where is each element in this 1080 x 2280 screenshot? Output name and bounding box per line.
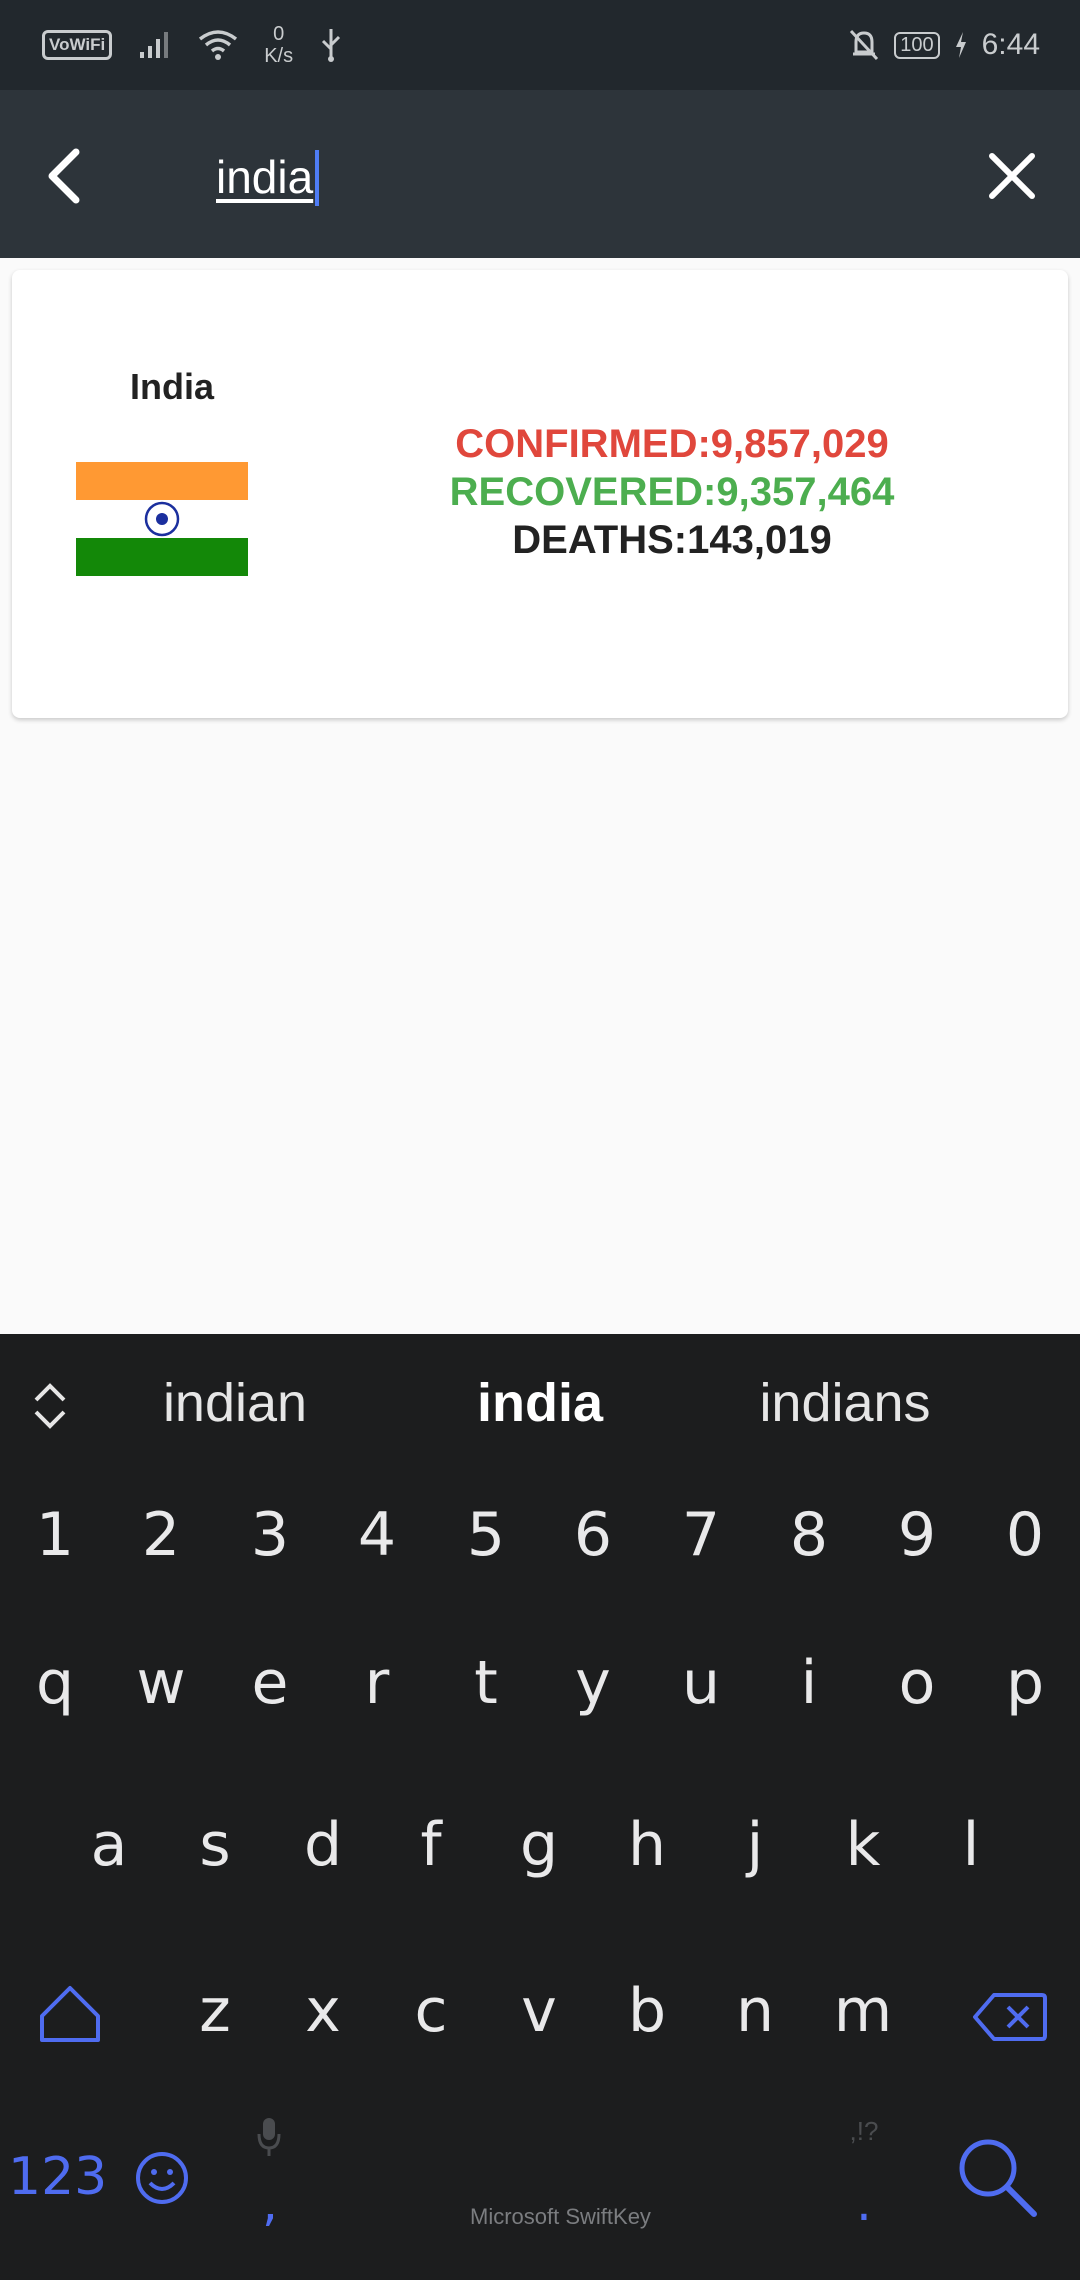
key-d[interactable]: d [280,1790,366,1900]
key-h[interactable]: h [604,1790,690,1900]
key-s[interactable]: s [172,1790,258,1900]
key-1[interactable]: 1 [12,1480,98,1590]
back-arrow-icon[interactable] [36,134,96,214]
key-l[interactable]: l [928,1790,1014,1900]
network-speed-value: 0 [273,23,285,45]
key-t[interactable]: t [443,1628,529,1738]
key-v[interactable]: v [496,1956,582,2066]
key-2[interactable]: 2 [118,1480,204,1590]
backspace-icon[interactable] [972,1992,1048,2042]
period-key[interactable]: . [834,2148,894,2258]
key-k[interactable]: k [820,1790,906,1900]
emoji-icon[interactable] [134,2150,190,2206]
search-input[interactable]: india [216,142,313,212]
key-9[interactable]: 9 [874,1480,960,1590]
clock: 6:44 [981,28,1040,61]
key-n[interactable]: n [712,1956,798,2066]
status-bar: VoWiFi 0 K/s 100 6:44 [0,0,1080,90]
text-cursor [315,150,319,206]
keyboard-brand-label: Microsoft SwiftKey [470,2204,651,2229]
country-result-card[interactable]: India CONFIRMED:9,857,029 RECOVERED:9,35… [12,270,1068,718]
deaths-count: DEATHS:143,019 [512,518,832,562]
india-flag-icon [76,462,248,576]
status-right: 100 6:44 [848,0,1040,90]
charging-icon [955,32,966,58]
network-speed: 0 K/s [264,23,293,67]
key-x[interactable]: x [280,1956,366,2066]
key-g[interactable]: g [496,1790,582,1900]
suggestion-2[interactable]: india [430,1368,650,1438]
country-name: India [129,366,214,407]
confirmed-count: CONFIRMED:9,857,029 [455,422,889,466]
comma-key[interactable]: , [240,2148,300,2258]
search-icon[interactable] [954,2134,1040,2220]
key-7[interactable]: 7 [658,1480,744,1590]
notifications-muted-icon [850,29,879,61]
numbers-key[interactable]: 123 [8,2122,107,2232]
key-e[interactable]: e [227,1628,313,1738]
key-j[interactable]: j [712,1790,798,1900]
punctuation-hint: ,!? [849,2116,879,2146]
key-p[interactable]: p [982,1628,1068,1738]
search-toolbar: india [0,90,1080,258]
stats-block: CONFIRMED:9,857,029 RECOVERED:9,357,464 … [392,420,952,564]
key-r[interactable]: r [334,1628,420,1738]
battery-icon: 100 [894,31,940,59]
key-c[interactable]: c [388,1956,474,2066]
key-3[interactable]: 3 [227,1480,313,1590]
signal-icon [140,32,169,58]
key-u[interactable]: u [658,1628,744,1738]
key-y[interactable]: y [550,1628,636,1738]
shift-icon[interactable] [38,1982,102,2046]
vowifi-icon: VoWiFi [42,30,113,60]
wifi-icon [199,30,238,60]
suggestion-3[interactable]: indians [730,1368,960,1438]
key-i[interactable]: i [766,1628,852,1738]
status-left: VoWiFi 0 K/s [42,0,343,90]
network-speed-unit: K/s [264,45,294,67]
recovered-count: RECOVERED:9,357,464 [449,470,895,514]
key-8[interactable]: 8 [766,1480,852,1590]
close-icon[interactable] [984,148,1040,204]
usb-icon [322,29,341,62]
key-w[interactable]: w [118,1628,204,1738]
expand-toolbar-icon[interactable] [30,1378,70,1434]
key-q[interactable]: q [12,1628,98,1738]
key-0[interactable]: 0 [982,1480,1068,1590]
key-5[interactable]: 5 [443,1480,529,1590]
key-a[interactable]: a [66,1790,152,1900]
suggestion-bar: indian india indians [0,1334,1080,1474]
key-o[interactable]: o [874,1628,960,1738]
keyboard: indian india indians 1 2 3 4 5 6 7 8 9 0… [0,1334,1080,2280]
key-f[interactable]: f [388,1790,474,1900]
key-m[interactable]: m [820,1956,906,2066]
key-6[interactable]: 6 [550,1480,636,1590]
suggestion-1[interactable]: indian [120,1368,350,1438]
key-b[interactable]: b [604,1956,690,2066]
key-z[interactable]: z [172,1956,258,2066]
key-4[interactable]: 4 [334,1480,420,1590]
